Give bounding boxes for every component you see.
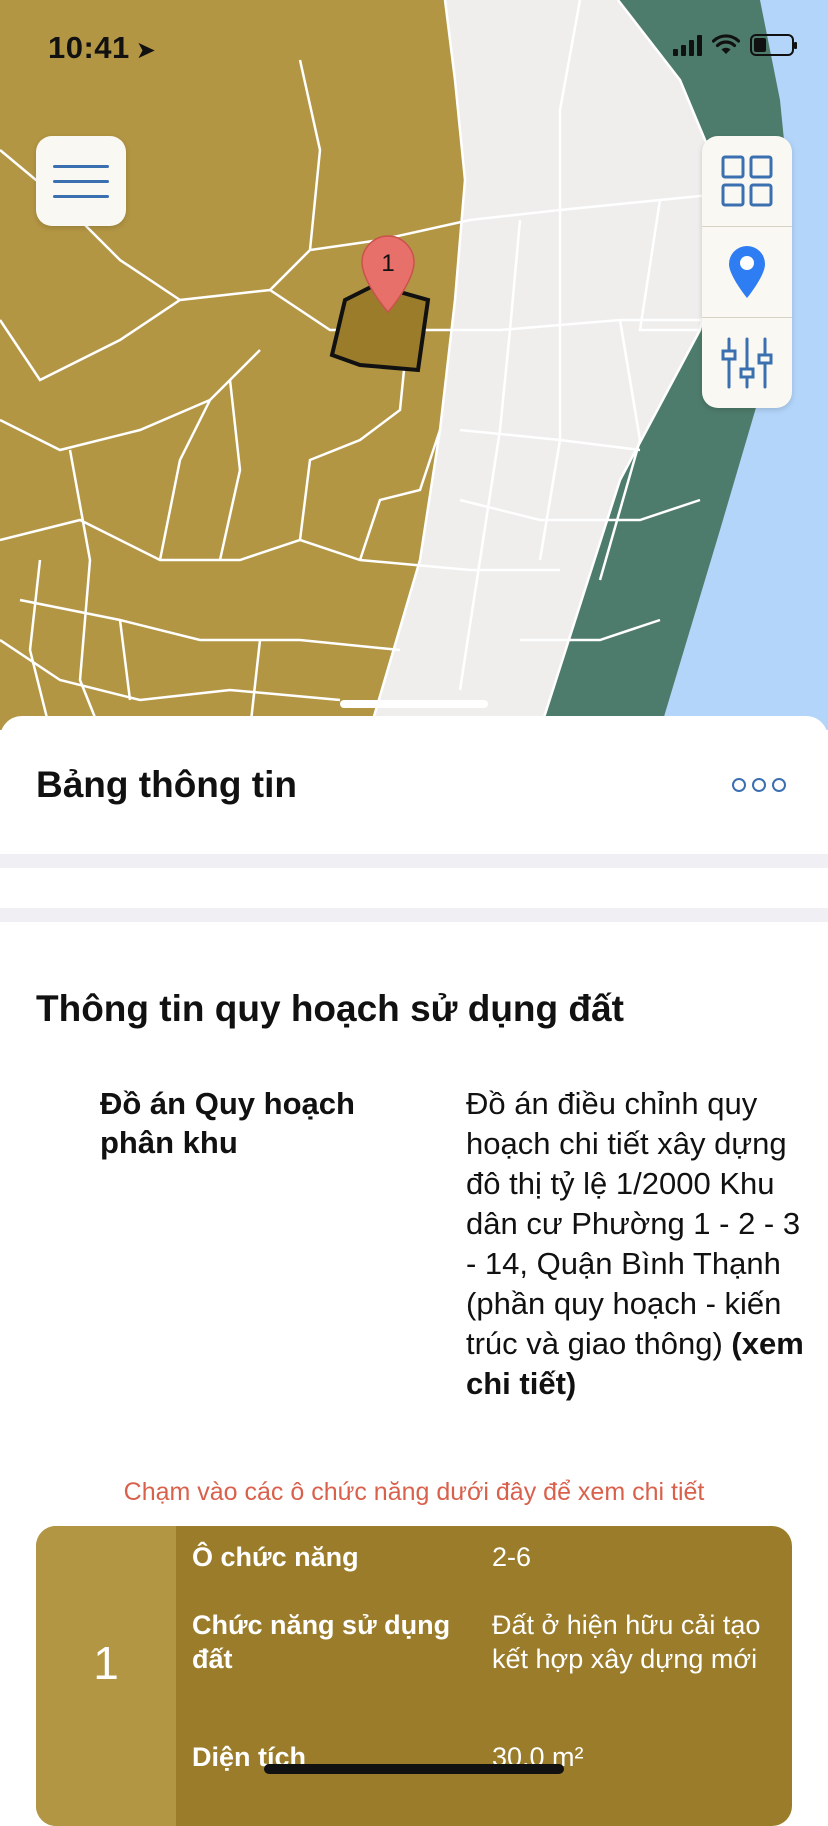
location-pin-icon (729, 246, 765, 298)
zone-row-label: Ô chức năng (192, 1542, 359, 1572)
wifi-icon (712, 34, 740, 54)
sheet-title: Bảng thông tin (36, 764, 297, 805)
sheet-drag-handle[interactable] (340, 700, 488, 708)
more-options-icon[interactable] (732, 778, 786, 792)
home-indicator (264, 1764, 564, 1774)
info-sheet: Bảng thông tin Thông tin quy hoạch sử dụ… (0, 716, 828, 1826)
status-time: 10:41 ➤ (48, 30, 156, 66)
sheet-header: Bảng thông tin (0, 716, 828, 852)
zone-row-label: Chức năng sử dụng đất (192, 1610, 451, 1674)
zone-row-value: 2-6 (492, 1542, 532, 1572)
divider (0, 908, 828, 922)
battery-icon (750, 34, 797, 56)
menu-button[interactable] (36, 136, 126, 226)
zone-number-column: 1 (36, 1526, 176, 1826)
plan-label: Đồ án Quy hoạch phân khu (100, 1086, 355, 1160)
status-time-text: 10:41 (48, 30, 130, 65)
grid-icon (721, 155, 773, 207)
divider (0, 854, 828, 868)
status-icons (673, 34, 797, 56)
map-tools (702, 136, 792, 408)
hamburger-icon (53, 164, 109, 168)
hint-text: Chạm vào các ô chức năng dưới đây để xem… (123, 1478, 705, 1506)
filter-button[interactable] (702, 318, 792, 408)
plan-value-text: Đồ án điều chỉnh quy hoạch chi tiết xây … (466, 1086, 801, 1361)
layers-button[interactable] (702, 136, 792, 226)
zone-number: 1 (93, 1637, 119, 1689)
location-arrow-icon: ➤ (135, 37, 157, 64)
zone-row-value: Đất ở hiện hữu cải tạo kết hợp xây dựng … (492, 1610, 761, 1674)
status-bar: 10:41 ➤ (0, 0, 828, 100)
plan-value: Đồ án điều chỉnh quy hoạch chi tiết xây … (466, 1084, 806, 1404)
cellular-signal-icon (673, 34, 702, 56)
section-title: Thông tin quy hoạch sử dụng đất (36, 988, 624, 1029)
zone-card[interactable]: 1 Ô chức năng 2-6 Chức năng sử dụng đất … (36, 1526, 792, 1826)
sliders-icon (721, 337, 773, 389)
marker-label: 1 (381, 250, 394, 277)
locate-button[interactable] (702, 227, 792, 317)
